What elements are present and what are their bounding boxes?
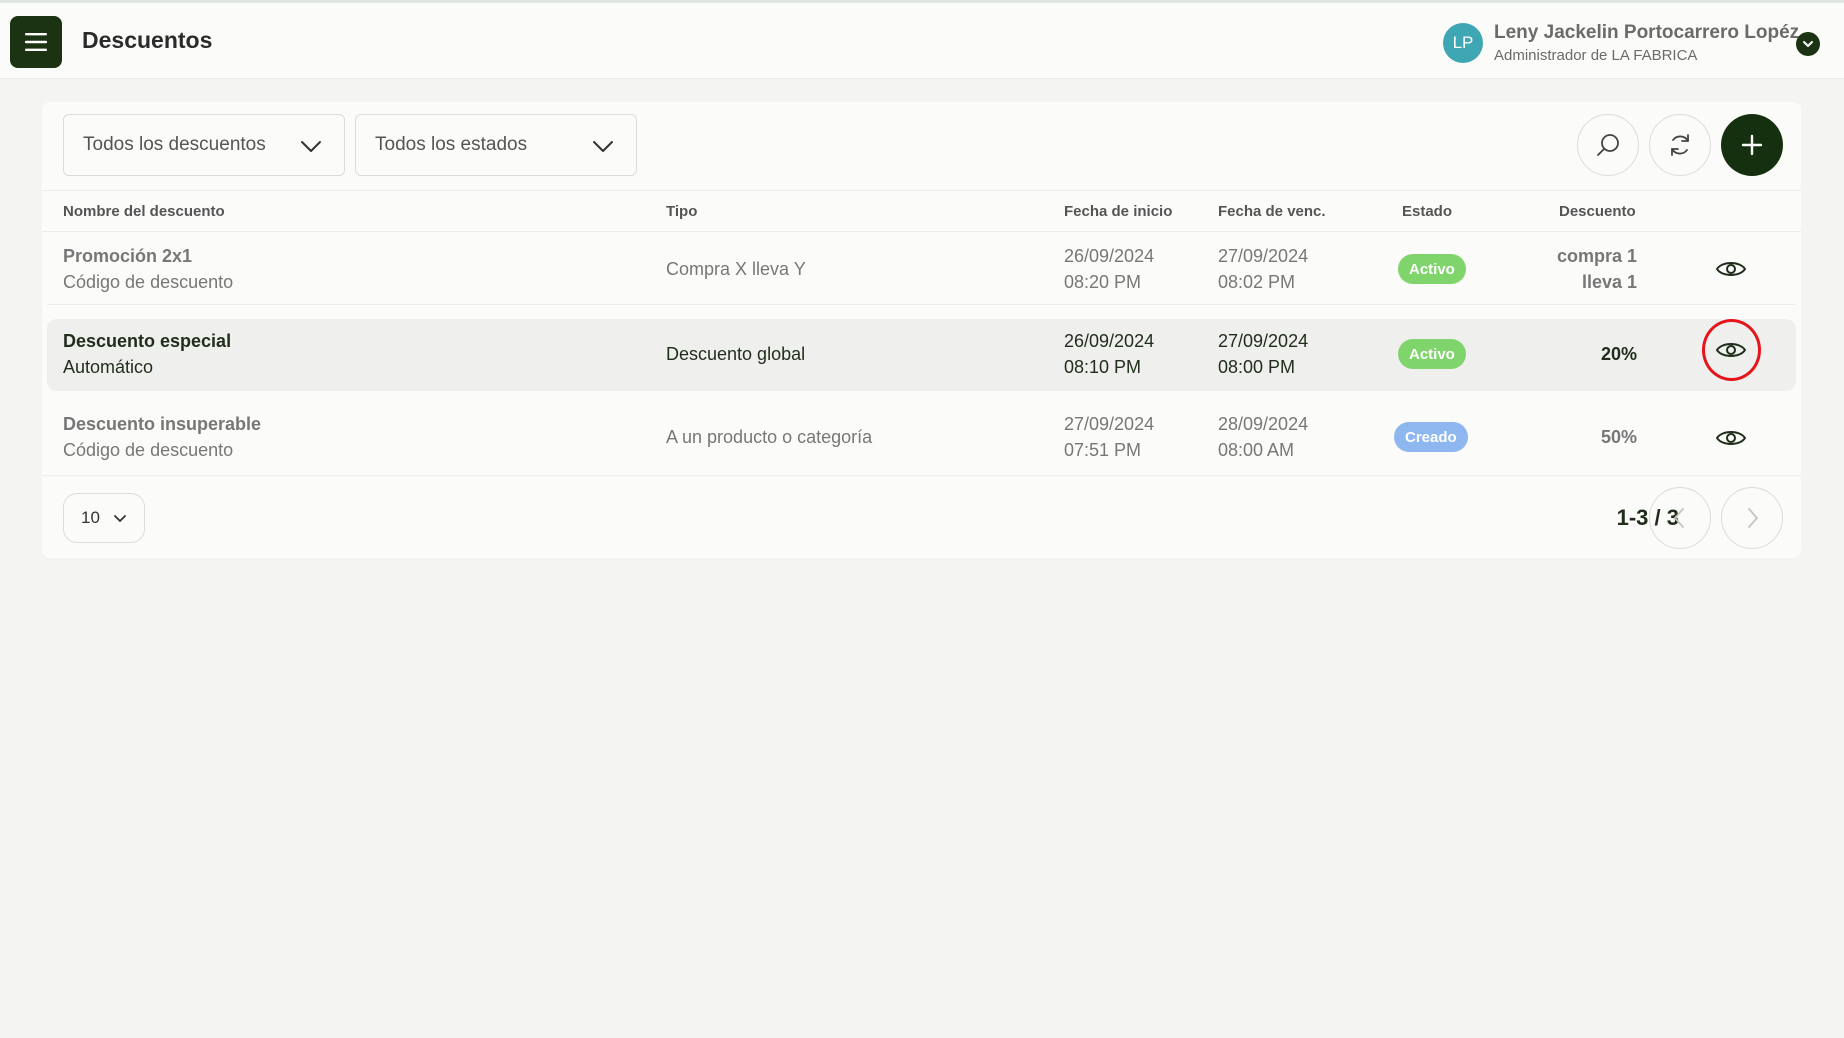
column-header[interactable]: Fecha de venc. [1218,203,1326,220]
view-button[interactable] [1714,333,1748,367]
discount-type-filter[interactable]: Todos los descuentos [63,114,345,176]
end-time: 08:00 PM [1218,357,1296,377]
hamburger-icon [25,33,47,51]
end-date: 27/09/2024 [1218,331,1309,351]
refresh-button[interactable] [1649,114,1711,176]
table-row[interactable]: Descuento especial Automático Descuento … [47,319,1796,391]
discount-name: Descuento insuperable [63,414,262,434]
user-role: Administrador de LA FABRICA [1494,47,1698,64]
chevron-down-icon [301,141,321,152]
eye-icon [1715,343,1747,357]
discount-method: Código de descuento [63,272,234,292]
page-title: Descuentos [82,27,213,53]
end-date: 28/09/2024 [1218,414,1309,434]
top-bar: Descuentos LP Leny Jackelin Portocarrero… [0,0,1844,79]
discount-value: compra 1 [1556,246,1637,266]
footer-divider [42,475,1801,476]
start-time: 08:10 PM [1064,357,1142,377]
chevron-right-icon [1748,508,1758,528]
table-header: Nombre del descuento Tipo Fecha de inici… [42,190,1801,232]
page-size-value: 10 [81,508,100,527]
discount-value: lleva 1 [1581,272,1637,292]
refresh-icon [1671,134,1689,156]
user-menu-button[interactable] [1796,32,1820,56]
search-button[interactable] [1577,114,1639,176]
discount-method: Código de descuento [63,440,234,460]
eye-icon [1715,431,1747,445]
discount-name: Descuento especial [63,331,232,351]
chevron-down-icon [593,141,613,152]
discount-type-filter-value: Todos los descuentos [83,134,266,155]
plus-icon [1741,134,1763,156]
discount-name: Promoción 2x1 [63,246,193,266]
column-header[interactable]: Tipo [666,203,697,220]
start-time: 08:20 PM [1064,272,1142,292]
discount-type: Descuento global [666,344,806,364]
chevron-left-icon [1674,508,1684,528]
eye-icon [1715,262,1747,276]
column-header[interactable]: Descuento [1559,203,1636,220]
discounts-card: Todos los descuentos Todos los estados N… [42,102,1801,558]
column-header[interactable]: Fecha de inicio [1064,203,1172,220]
status-filter-value: Todos los estados [375,134,528,155]
discount-value: 20% [1600,344,1637,364]
prev-page-button[interactable] [1649,487,1711,549]
status-filter[interactable]: Todos los estados [355,114,637,176]
view-button[interactable] [1714,252,1748,286]
chevron-down-icon [1803,41,1813,47]
table-row[interactable]: Descuento insuperable Código de descuent… [47,400,1796,472]
end-date: 27/09/2024 [1218,246,1309,266]
menu-button[interactable] [10,16,62,68]
search-icon [1597,134,1619,156]
start-date: 26/09/2024 [1064,246,1155,266]
column-header[interactable]: Estado [1402,203,1452,220]
start-date: 26/09/2024 [1064,331,1155,351]
discount-method: Automático [63,357,154,377]
next-page-button[interactable] [1721,487,1783,549]
add-discount-button[interactable] [1721,114,1783,176]
start-date: 27/09/2024 [1064,414,1155,434]
discount-type: Compra X lleva Y [666,259,806,279]
discount-value: 50% [1600,427,1637,447]
end-time: 08:00 AM [1218,440,1295,460]
avatar[interactable]: LP [1443,23,1483,63]
table-row[interactable]: Promoción 2x1 Código de descuento Compra… [47,233,1796,305]
discount-type: A un producto o categoría [666,427,873,447]
chevron-down-icon [114,515,126,522]
view-button[interactable] [1714,421,1748,455]
start-time: 07:51 PM [1064,440,1142,460]
user-name: Leny Jackelin Portocarrero Lopéz [1494,22,1800,43]
end-time: 08:02 PM [1218,272,1296,292]
page-size-select[interactable]: 10 [63,493,145,543]
column-header[interactable]: Nombre del descuento [63,203,225,220]
